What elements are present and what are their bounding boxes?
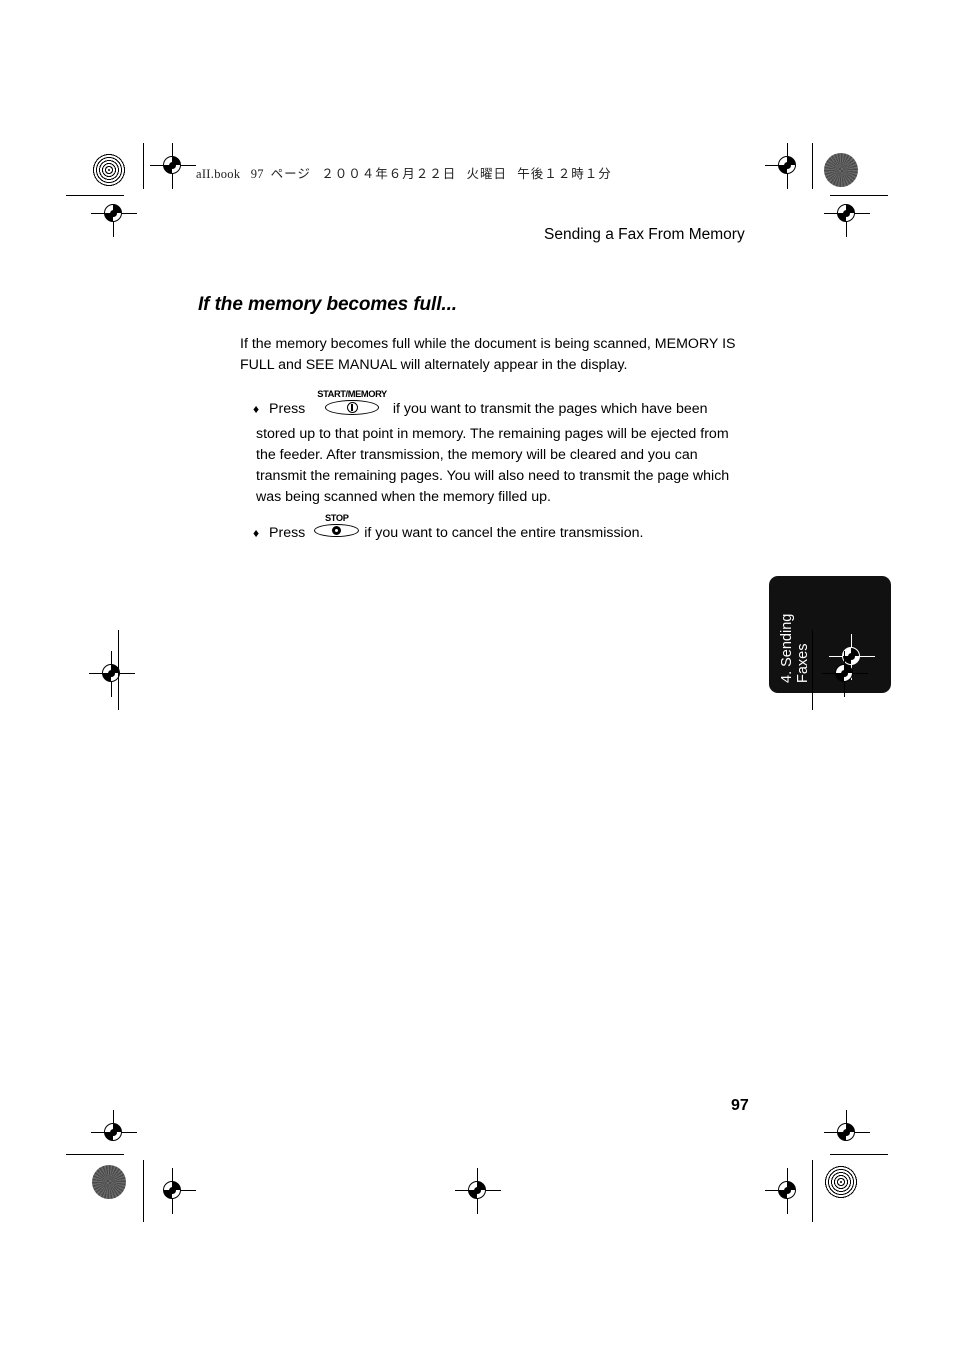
bullet-tail-text: if you want to cancel the entire transmi… [364, 525, 644, 541]
trim-rule-vertical [812, 143, 813, 189]
trim-rule-vertical [812, 1160, 813, 1222]
start-memory-key-icon: START/MEMORY [317, 389, 387, 415]
document-page: aII.book 97 ページ ２００４年６月２２日 火曜日 午後１２時１分 S… [0, 0, 954, 1351]
bullet-item-stop: ♦ Press STOP if you want to cancel the e… [253, 513, 644, 543]
bullet-continuation-start-memory: stored up to that point in memory. The r… [256, 426, 730, 505]
file-stamp-time: 午後１２時１分 [517, 167, 612, 181]
trim-rule-vertical [118, 630, 119, 710]
file-stamp-page-unit: ページ [270, 167, 311, 181]
registration-target-icon [91, 1110, 137, 1156]
stop-key-shape [314, 524, 360, 537]
bullet-tail-text: if you want to transmit the pages which … [392, 401, 708, 417]
registration-target-icon [150, 1168, 196, 1214]
halftone-density-patch-icon [824, 1165, 858, 1199]
registration-target-icon [765, 1168, 811, 1214]
running-head: Sending a Fax From Memory [544, 226, 745, 243]
trim-rule-vertical [143, 1160, 144, 1222]
file-stamp-filename: aII.book [196, 167, 241, 181]
registration-target-icon [824, 1110, 870, 1156]
trim-rule-horizontal [830, 1154, 888, 1155]
registration-target-icon [765, 143, 811, 189]
file-stamp-date: ２００４年６月２２日 [321, 167, 457, 181]
trim-rule-vertical [143, 143, 144, 189]
registration-target-icon [89, 651, 135, 697]
page-number: 97 [731, 1097, 749, 1114]
print-file-stamp: aII.book 97 ページ ２００４年６月２２日 火曜日 午後１２時１分 [196, 163, 612, 182]
bullet-lead-text: Press [269, 401, 306, 417]
section-heading: If the memory becomes full... [198, 294, 457, 315]
start-memory-key-shape [325, 400, 380, 415]
file-stamp-page: 97 [250, 167, 264, 181]
bullet-marker: ♦ [253, 526, 260, 540]
registration-target-icon [455, 1168, 501, 1214]
chapter-name-label: Faxes [795, 643, 811, 684]
bullet-lead-text: Press [269, 525, 306, 541]
registration-target-icon [91, 191, 137, 237]
halftone-density-patch-icon [92, 1165, 126, 1199]
intro-paragraph: If the memory becomes full while the doc… [240, 336, 736, 373]
bullet-item-start-memory: ♦ Press START/MEMORY if you want to tran… [253, 389, 708, 419]
stop-key-label: STOP [324, 513, 349, 523]
registration-target-icon [150, 143, 196, 189]
bullet-marker: ♦ [253, 402, 260, 416]
trim-rule-horizontal [66, 1154, 124, 1155]
file-stamp-weekday: 火曜日 [466, 167, 508, 181]
trim-rule-vertical [812, 630, 813, 710]
halftone-density-patch-icon [92, 153, 126, 187]
start-memory-key-label: START/MEMORY [317, 389, 387, 399]
stop-key-icon: STOP [314, 513, 360, 537]
chapter-number-label: 4. Sending [779, 613, 795, 683]
registration-target-icon [824, 191, 870, 237]
registration-target-icon [822, 651, 868, 697]
halftone-density-patch-icon [824, 153, 858, 187]
